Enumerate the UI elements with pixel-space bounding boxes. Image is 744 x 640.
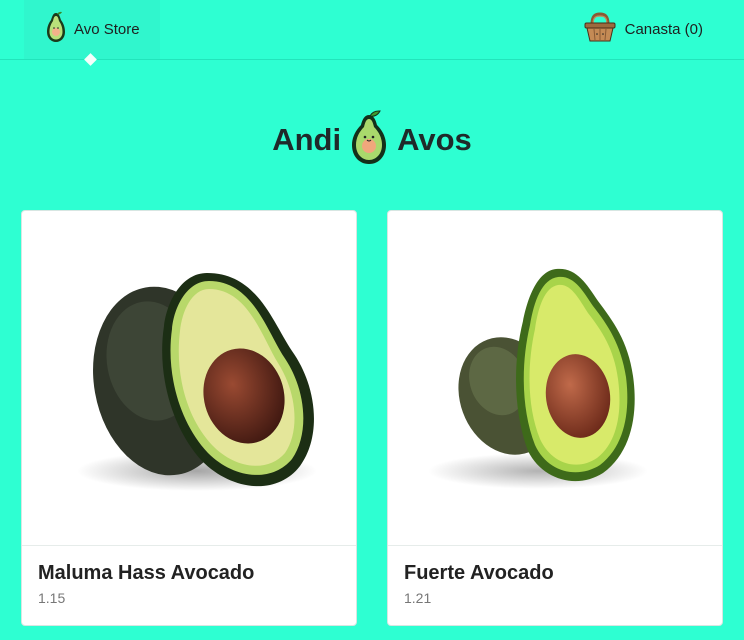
page-title-right: Avos — [397, 122, 472, 157]
product-card-body: Fuerte Avocado 1.21 — [388, 545, 722, 625]
hass-avocado-image — [22, 211, 356, 545]
product-name: Maluma Hass Avocado — [38, 562, 255, 584]
basket-icon — [583, 12, 617, 47]
nav-home-link[interactable]: Avo Store — [24, 0, 160, 59]
cart-label: Canasta (0) — [624, 21, 703, 38]
product-price: 1.21 — [404, 590, 432, 606]
product-card[interactable]: Maluma Hass Avocado 1.15 — [21, 210, 357, 626]
fuerte-avocado-image — [388, 211, 722, 545]
navbar: Avo Store Canasta (0) — [0, 0, 744, 66]
product-price: 1.15 — [38, 590, 66, 606]
avocado-icon — [44, 11, 68, 48]
nav-home-label: Avo Store — [74, 21, 140, 38]
product-card-body: Maluma Hass Avocado 1.15 — [22, 545, 356, 625]
page-title-left: Andi — [272, 122, 342, 157]
nav-cart-link[interactable]: Canasta (0) — [583, 0, 703, 59]
page-title: Andi Avos — [0, 108, 744, 172]
product-name: Fuerte Avocado — [404, 562, 554, 584]
avocado-logo-icon — [349, 109, 389, 172]
product-card[interactable]: Fuerte Avocado 1.21 — [387, 210, 723, 626]
